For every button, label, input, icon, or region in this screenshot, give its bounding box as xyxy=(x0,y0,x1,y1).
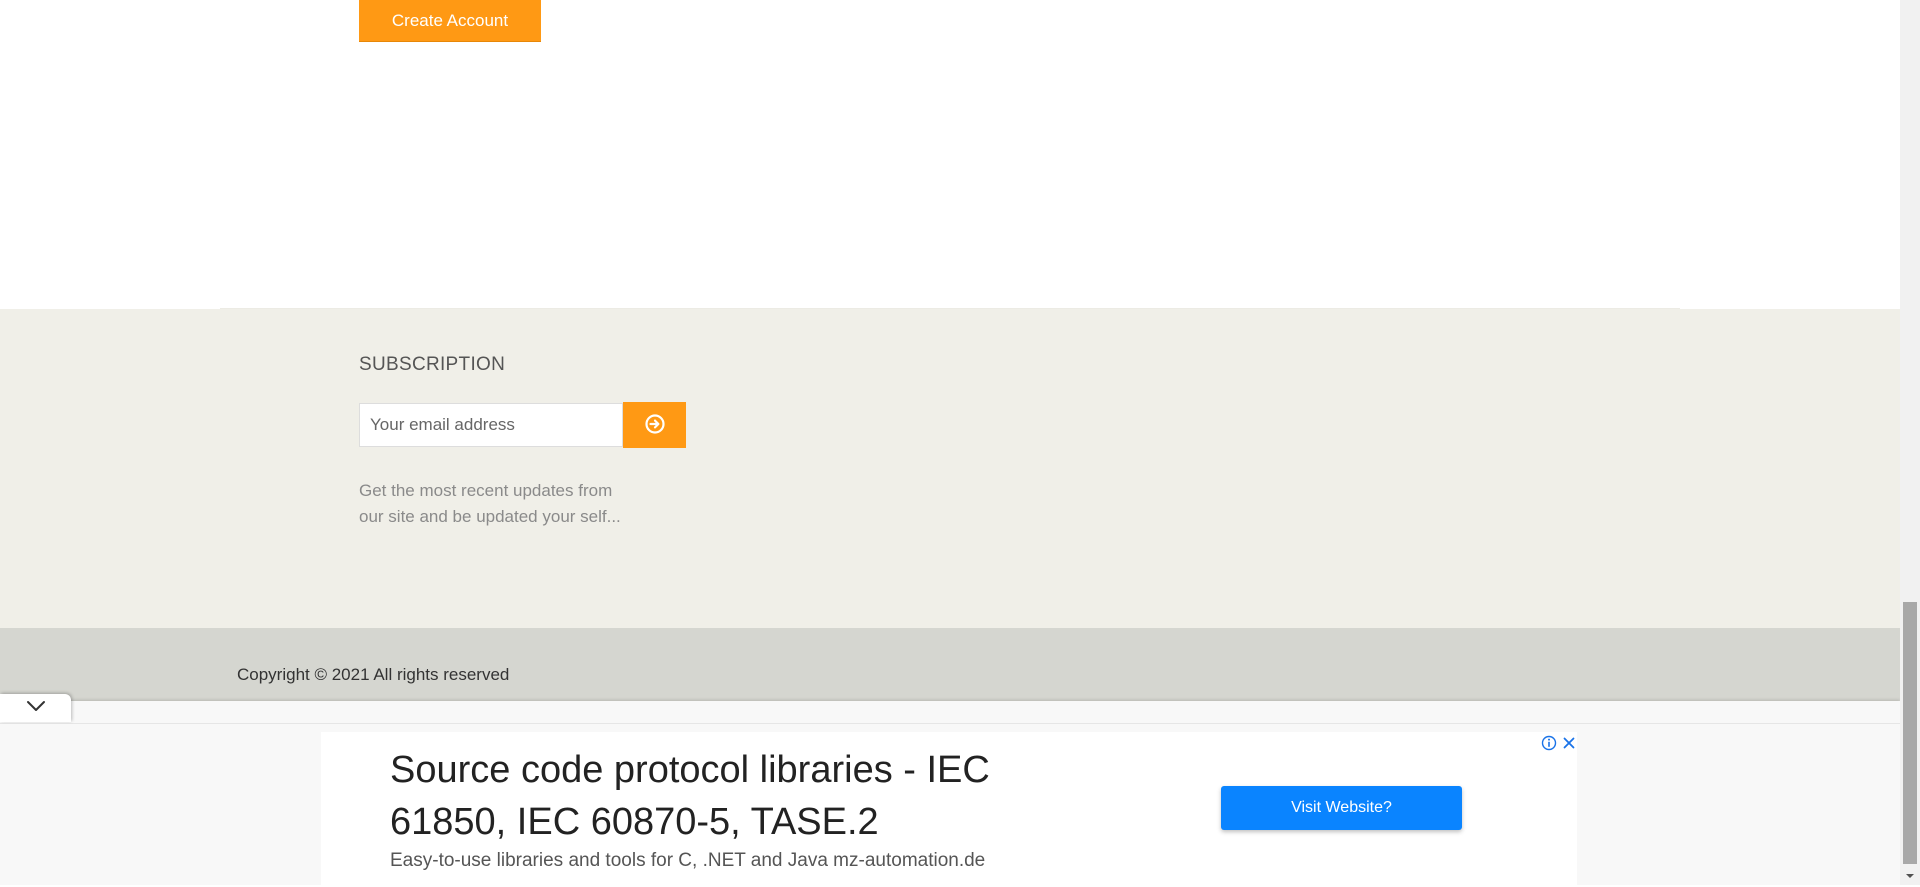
ad-headline[interactable]: Source code protocol libraries - IEC 618… xyxy=(390,744,1090,848)
subscription-email-input[interactable] xyxy=(359,403,623,447)
ad-description[interactable]: Easy-to-use libraries and tools for C, .… xyxy=(390,850,985,872)
info-icon[interactable] xyxy=(1541,735,1557,751)
scrollbar-thumb[interactable] xyxy=(1903,602,1917,864)
ad-collapse-button[interactable] xyxy=(0,694,71,722)
arrow-circle-right-icon xyxy=(644,413,666,438)
visit-website-button[interactable]: Visit Website? xyxy=(1221,786,1462,830)
subscription-title: SUBSCRIPTION xyxy=(359,354,506,375)
close-icon[interactable] xyxy=(1561,735,1577,751)
footer-bar: Copyright © 2021 All rights reserved xyxy=(0,628,1900,701)
chevron-down-icon xyxy=(26,699,46,717)
page-scrollbar[interactable] xyxy=(1900,0,1920,885)
anchor-ad-banner: Source code protocol libraries - IEC 618… xyxy=(0,701,1900,885)
subscription-section: SUBSCRIPTION Get the most recent updates… xyxy=(0,309,1900,628)
subscribe-button[interactable] xyxy=(623,402,686,448)
page-viewport: Create Account SUBSCRIPTION Get the most… xyxy=(0,0,1900,885)
create-account-button[interactable]: Create Account xyxy=(359,0,541,41)
ad-divider xyxy=(0,723,1900,724)
scroll-down-arrow-icon[interactable] xyxy=(1904,869,1916,881)
copyright-text: Copyright © 2021 All rights reserved xyxy=(237,665,510,684)
ad-content[interactable]: Source code protocol libraries - IEC 618… xyxy=(321,732,1577,885)
create-account-section: Create Account xyxy=(0,0,1900,309)
subscription-description: Get the most recent updates from our sit… xyxy=(359,481,621,526)
